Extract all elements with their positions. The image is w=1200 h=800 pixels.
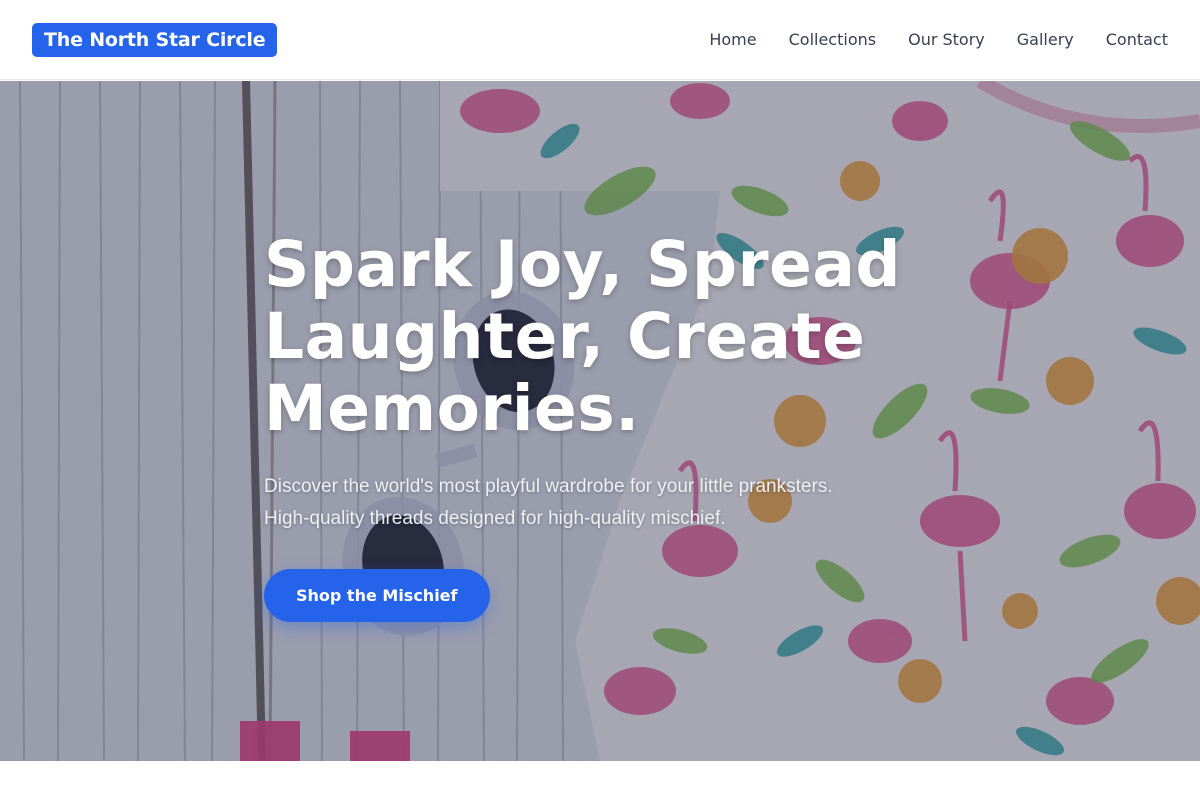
hero-subtitle-line: High-quality threads designed for high-q… [264,508,726,529]
nav-link-gallery[interactable]: Gallery [1017,30,1074,49]
nav-link-contact[interactable]: Contact [1106,30,1168,49]
hero-subtitle: Discover the world's most playful wardro… [264,471,964,535]
main-nav: Home Collections Our Story Gallery Conta… [709,30,1168,49]
hero-subtitle-line: Discover the world's most playful wardro… [264,476,833,497]
hero-title-line: Spark Joy, Spread [264,228,902,301]
shop-the-mischief-button[interactable]: Shop the Mischief [264,569,490,622]
hero-title-line: Memories. [264,372,640,445]
hero-section: Spark Joy, Spread Laughter, Create Memor… [0,81,1200,761]
hero-content: Spark Joy, Spread Laughter, Create Memor… [264,229,964,622]
hero-title-line: Laughter, Create [264,300,866,373]
page-below-hero [0,761,1200,800]
nav-link-collections[interactable]: Collections [789,30,876,49]
nav-link-our-story[interactable]: Our Story [908,30,985,49]
hero-title: Spark Joy, Spread Laughter, Create Memor… [264,229,964,445]
nav-link-home[interactable]: Home [709,30,756,49]
site-header: The North Star Circle Home Collections O… [0,0,1200,80]
brand-logo[interactable]: The North Star Circle [32,22,278,57]
